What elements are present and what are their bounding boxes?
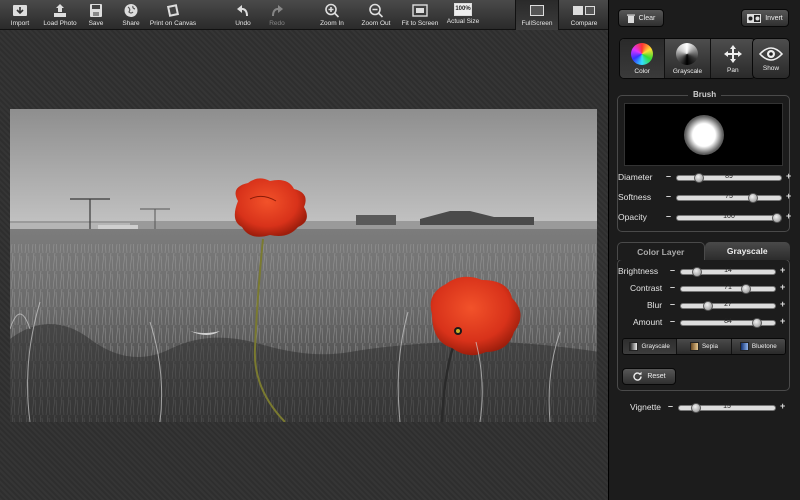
- tab-grayscale[interactable]: Grayscale: [704, 242, 790, 260]
- color-tool-button[interactable]: Color: [620, 39, 666, 78]
- layer-tabs: Color Layer Grayscale: [617, 242, 790, 260]
- import-icon: [13, 5, 27, 16]
- contrast-slider-thumb[interactable]: [741, 284, 752, 294]
- load-photo-icon: [54, 4, 66, 17]
- sepia-preset-button[interactable]: Sepia: [677, 339, 732, 354]
- preset-group: Grayscale Sepia Bluetone: [622, 338, 786, 355]
- canvas-area[interactable]: [0, 30, 608, 500]
- redo-icon: [272, 5, 283, 17]
- photo[interactable]: [10, 109, 597, 422]
- sepia-swatch-icon: [689, 342, 699, 351]
- contrast-decrease-button[interactable]: –: [670, 282, 675, 292]
- vignette-decrease-button[interactable]: –: [668, 401, 673, 411]
- bluetone-preset-button[interactable]: Bluetone: [731, 339, 785, 354]
- zoom-out-button[interactable]: Zoom Out: [360, 0, 392, 30]
- diameter-slider[interactable]: 89: [676, 173, 782, 181]
- import-button[interactable]: Import: [6, 0, 34, 30]
- show-button[interactable]: Show: [752, 38, 790, 79]
- share-button[interactable]: Share: [118, 0, 144, 30]
- grayscale-wheel-icon: [676, 42, 699, 65]
- zoom-out-icon: [369, 3, 384, 18]
- actual-size-icon: 100%: [454, 3, 472, 16]
- fit-to-screen-button[interactable]: Fit to Screen: [400, 0, 440, 30]
- amount-increase-button[interactable]: +: [780, 316, 785, 326]
- brush-title: Brush: [688, 90, 722, 99]
- opacity-slider[interactable]: 100: [676, 213, 782, 221]
- invert-button[interactable]: Invert: [741, 9, 789, 27]
- blur-slider[interactable]: 27: [680, 301, 776, 309]
- vignette-increase-button[interactable]: +: [780, 401, 785, 411]
- softness-slider-row: Softness – 75 +: [618, 191, 792, 203]
- brightness-increase-button[interactable]: +: [780, 265, 785, 275]
- globe-icon: [124, 4, 138, 17]
- move-arrows-icon: [723, 44, 742, 63]
- fullscreen-button[interactable]: FullScreen: [515, 0, 559, 30]
- invert-icon: [747, 13, 762, 23]
- blur-decrease-button[interactable]: –: [670, 299, 675, 309]
- fullscreen-icon: [530, 5, 544, 16]
- amount-decrease-button[interactable]: –: [670, 316, 675, 326]
- diameter-increase-button[interactable]: +: [786, 171, 791, 181]
- redo-button[interactable]: Redo: [265, 0, 289, 30]
- canvas-print-icon: [166, 4, 180, 17]
- diameter-slider-thumb[interactable]: [694, 173, 705, 183]
- brightness-slider-row: Brightness – 14 +: [618, 265, 786, 277]
- app-window: Import Load Photo Save Share Print on Ca…: [0, 0, 800, 500]
- actual-size-button[interactable]: 100% Actual Size: [446, 0, 480, 30]
- trash-icon: [626, 14, 635, 23]
- softness-slider[interactable]: 75: [676, 193, 782, 201]
- save-button[interactable]: Save: [84, 0, 108, 30]
- reset-button[interactable]: Reset: [622, 368, 676, 385]
- contrast-slider[interactable]: 71: [680, 284, 776, 292]
- poppy-field-image: [10, 109, 597, 422]
- fit-to-screen-icon: [412, 4, 428, 17]
- pan-tool-button[interactable]: Pan: [711, 39, 755, 78]
- blur-slider-thumb[interactable]: [703, 301, 714, 311]
- vignette-slider-thumb[interactable]: [691, 403, 702, 413]
- eye-icon: [759, 46, 783, 61]
- opacity-slider-thumb[interactable]: [772, 213, 782, 223]
- contrast-increase-button[interactable]: +: [780, 282, 785, 292]
- amount-slider-thumb[interactable]: [752, 318, 763, 328]
- blur-increase-button[interactable]: +: [780, 299, 785, 309]
- refresh-icon: [633, 371, 643, 381]
- toolbar: Import Load Photo Save Share Print on Ca…: [0, 0, 608, 30]
- brush-preview-dot: [683, 114, 724, 155]
- grayscale-swatch-icon: [629, 342, 639, 351]
- brush-preview: [624, 103, 783, 166]
- save-icon: [90, 4, 102, 17]
- tab-color-layer[interactable]: Color Layer: [617, 242, 705, 260]
- brightness-slider-thumb[interactable]: [692, 267, 703, 277]
- tool-group: Color Grayscale Pan: [619, 38, 756, 79]
- softness-decrease-button[interactable]: –: [666, 191, 671, 201]
- zoom-in-icon: [325, 3, 340, 18]
- amount-slider-row: Amount – 84 +: [633, 316, 786, 328]
- zoom-in-button[interactable]: Zoom In: [318, 0, 346, 30]
- contrast-slider-row: Contrast – 71 +: [630, 282, 786, 294]
- compare-button[interactable]: Compare: [563, 0, 605, 30]
- bluetone-swatch-icon: [739, 342, 749, 351]
- print-on-canvas-button[interactable]: Print on Canvas: [150, 0, 196, 30]
- undo-button[interactable]: Undo: [231, 0, 255, 30]
- diameter-slider-row: Diameter – 89 +: [618, 171, 792, 183]
- grayscale-preset-button[interactable]: Grayscale: [623, 339, 678, 354]
- diameter-decrease-button[interactable]: –: [666, 171, 671, 181]
- softness-increase-button[interactable]: +: [786, 191, 791, 201]
- color-wheel-icon: [631, 42, 654, 65]
- vignette-slider-row: Vignette – 15 +: [630, 401, 786, 413]
- compare-icon: [573, 6, 595, 15]
- undo-icon: [237, 5, 248, 17]
- load-photo-button[interactable]: Load Photo: [42, 0, 78, 30]
- opacity-decrease-button[interactable]: –: [666, 211, 671, 221]
- opacity-slider-row: Opacity – 100 +: [618, 211, 792, 223]
- blur-slider-row: Blur – 27 +: [647, 299, 786, 311]
- softness-slider-thumb[interactable]: [748, 193, 758, 203]
- clear-button[interactable]: Clear: [618, 9, 664, 27]
- grayscale-tool-button[interactable]: Grayscale: [665, 39, 711, 78]
- brightness-decrease-button[interactable]: –: [670, 265, 675, 275]
- opacity-increase-button[interactable]: +: [786, 211, 791, 221]
